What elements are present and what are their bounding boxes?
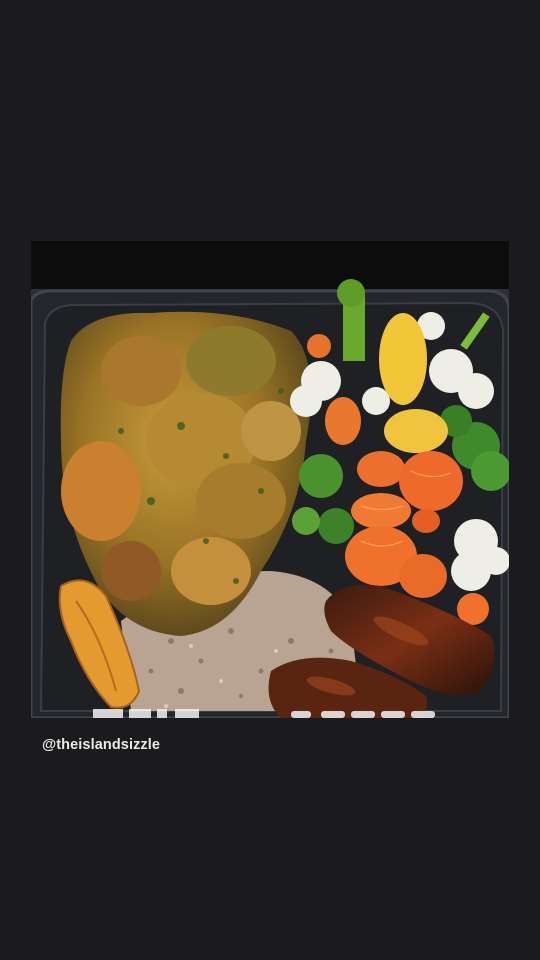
- username-caption[interactable]: @theislandsizzle: [42, 737, 160, 753]
- food-photo-image: [31, 241, 509, 718]
- story-photo: [31, 241, 509, 718]
